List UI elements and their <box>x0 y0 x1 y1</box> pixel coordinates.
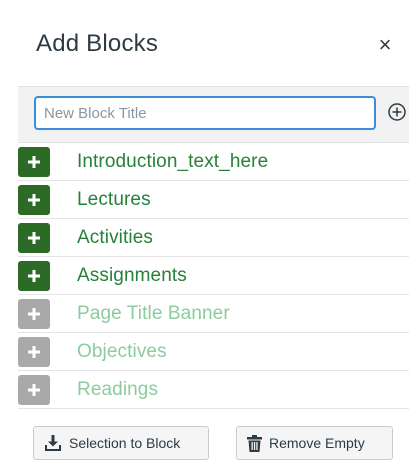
plus-icon[interactable] <box>18 146 50 177</box>
block-label: Introduction_text_here <box>77 150 269 172</box>
plus-icon[interactable] <box>18 336 50 367</box>
block-row-page-title-banner[interactable]: Page Title Banner <box>18 295 409 333</box>
block-row-objectives[interactable]: Objectives <box>18 333 409 371</box>
selection-to-block-label: Selection to Block <box>69 435 181 451</box>
selection-to-block-button[interactable]: Selection to Block <box>33 426 209 460</box>
block-label: Page Title Banner <box>77 302 230 324</box>
new-block-title-input[interactable] <box>34 96 376 130</box>
add-circle-icon[interactable] <box>387 102 407 122</box>
block-row-readings[interactable]: Readings <box>18 371 409 409</box>
remove-empty-button[interactable]: Remove Empty <box>236 426 393 460</box>
close-icon[interactable]: × <box>374 34 396 56</box>
block-label: Objectives <box>77 340 167 362</box>
plus-icon[interactable] <box>18 374 50 405</box>
block-row-lectures[interactable]: Lectures <box>18 181 409 219</box>
plus-icon[interactable] <box>18 222 50 253</box>
block-list: Introduction_text_here Lectures Activiti… <box>18 143 409 409</box>
remove-empty-label: Remove Empty <box>269 435 365 451</box>
dialog-title: Add Blocks <box>36 30 159 57</box>
trash-icon <box>247 434 262 452</box>
block-label: Assignments <box>77 264 187 286</box>
new-block-bar <box>18 86 409 143</box>
download-icon <box>45 435 61 451</box>
plus-icon[interactable] <box>18 260 50 291</box>
block-label: Readings <box>77 378 159 400</box>
block-row-activities[interactable]: Activities <box>18 219 409 257</box>
block-label: Activities <box>77 226 153 248</box>
plus-icon[interactable] <box>18 184 50 215</box>
plus-icon[interactable] <box>18 298 50 329</box>
dialog-header: Add Blocks × <box>0 0 409 86</box>
block-label: Lectures <box>77 188 151 210</box>
block-row-introduction[interactable]: Introduction_text_here <box>18 143 409 181</box>
block-row-assignments[interactable]: Assignments <box>18 257 409 295</box>
